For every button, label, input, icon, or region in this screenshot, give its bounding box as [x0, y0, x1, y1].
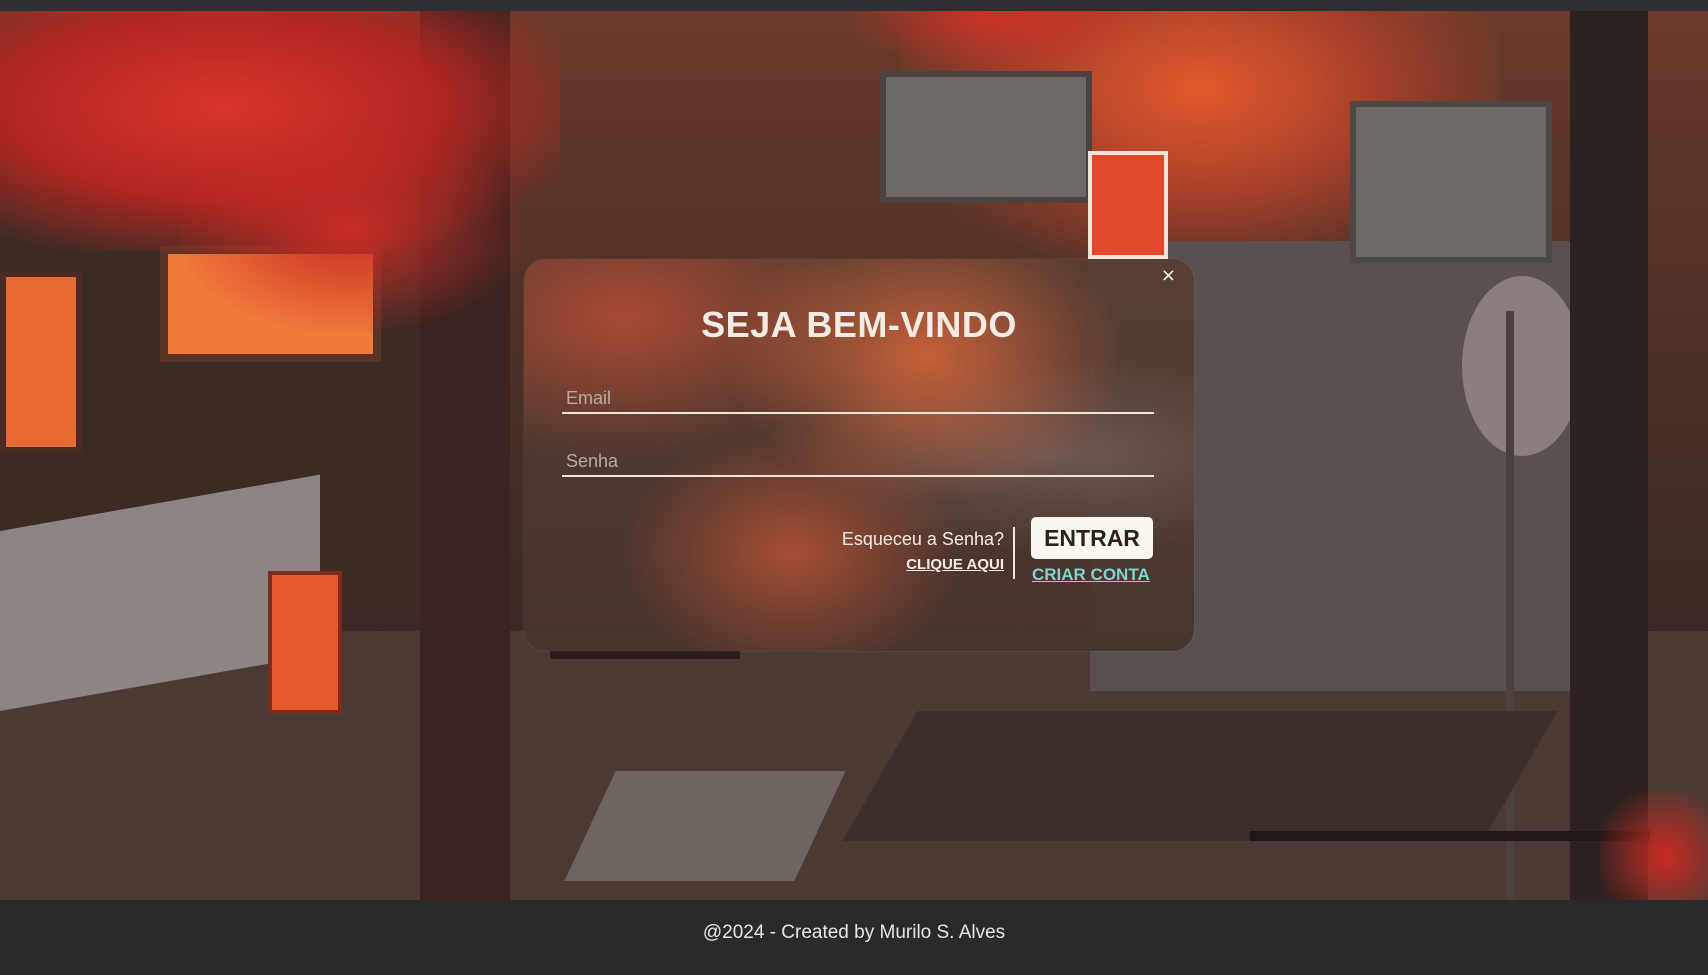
create-account-link[interactable]: CRIAR CONTA [1032, 565, 1150, 585]
close-icon[interactable]: × [1161, 267, 1176, 285]
footer: @2024 - Created by Murilo S. Alves [0, 900, 1708, 975]
building-block [1350, 101, 1552, 263]
red-cabinet [268, 571, 342, 714]
tree-foliage [1600, 791, 1708, 900]
divider [1013, 527, 1015, 579]
email-field[interactable] [562, 384, 1154, 414]
password-field[interactable] [562, 447, 1154, 477]
building-block [880, 71, 1092, 203]
fence [1250, 831, 1650, 841]
railing [550, 651, 740, 659]
lit-window [0, 271, 82, 453]
forgot-password-link[interactable]: CLIQUE AQUI [842, 556, 1004, 573]
shop-sign [1088, 151, 1168, 259]
modal-title: SEJA BEM-VINDO [701, 304, 1017, 345]
sign-pole [1506, 311, 1514, 900]
footer-credit: @2024 - Created by Murilo S. Alves [702, 921, 1006, 943]
road-sign [1462, 276, 1582, 456]
tree-foliage [180, 131, 520, 331]
utility-pole [1570, 11, 1648, 900]
tree-foliage [850, 11, 1150, 71]
login-modal: × SEJA BEM-VINDO Esqueceu a Senha? CLIQU… [524, 259, 1194, 651]
planter-bed [842, 711, 1558, 841]
forgot-password-block: Esqueceu a Senha? CLIQUE AQUI [842, 529, 1004, 573]
forgot-password-text: Esqueceu a Senha? [841, 529, 1004, 549]
enter-button[interactable]: ENTRAR [1031, 517, 1153, 559]
top-bar [0, 0, 1708, 11]
